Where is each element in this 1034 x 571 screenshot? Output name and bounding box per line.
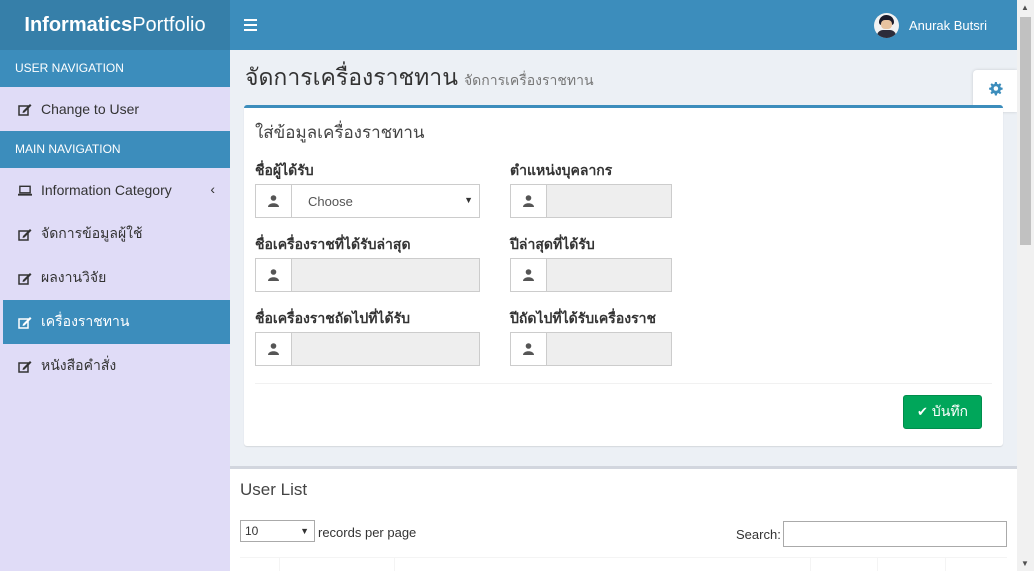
sidebar-item-information-category[interactable]: Information Category ‹ — [0, 168, 230, 212]
edit-icon — [18, 227, 32, 241]
check-icon: ✔ — [916, 404, 928, 419]
position-field[interactable] — [510, 184, 672, 218]
scroll-down-icon[interactable]: ▼ — [1021, 559, 1029, 568]
next-year-label: ปีถัดไปที่ได้รับเครื่องราช — [510, 310, 656, 326]
table-header — [240, 557, 1007, 571]
caret-down-icon: ▼ — [464, 195, 473, 205]
latest-decoration-field[interactable] — [255, 258, 480, 292]
user-list-box: User List 10 ▼ records per page Search: — [230, 466, 1017, 571]
chevron-left-icon: ‹ — [210, 181, 215, 197]
sidebar-toggle-button[interactable] — [244, 15, 260, 35]
user-navigation-header: USER NAVIGATION — [0, 50, 230, 87]
sidebar-item-decorations[interactable]: เครื่องราชทาน — [3, 300, 230, 344]
brand-bold: Informatics — [24, 13, 133, 36]
sidebar-item-label: จัดการข้อมูลผู้ใช้ — [41, 225, 143, 241]
edit-icon — [18, 315, 32, 329]
page-subtitle: จัดการเครื่องราชทาน — [463, 72, 594, 88]
edit-icon — [18, 271, 32, 285]
user-icon — [511, 185, 547, 217]
page-length-value: 10 — [245, 524, 259, 538]
brand-light: Portfolio — [132, 13, 206, 36]
scrollbar-thumb[interactable] — [1020, 17, 1031, 245]
next-year-field[interactable] — [510, 332, 672, 366]
edit-icon — [18, 102, 32, 116]
laptop-icon — [18, 183, 32, 197]
content-header: จัดการเครื่องราชทาน จัดการเครื่องราชทาน — [245, 60, 594, 96]
save-button[interactable]: ✔ บันทึก — [903, 395, 982, 429]
sidebar-item-change-user[interactable]: Change to User — [0, 87, 230, 131]
user-icon — [511, 259, 547, 291]
records-per-page-label: records per page — [318, 525, 417, 540]
user-icon — [256, 185, 292, 217]
brand-logo[interactable]: Informatics Portfolio — [0, 0, 230, 50]
recipient-select-value: Choose — [308, 193, 353, 209]
sidebar-item-label: ผลงานวิจัย — [41, 269, 107, 285]
avatar — [873, 12, 899, 38]
divider — [255, 383, 992, 384]
latest-year-field[interactable] — [510, 258, 672, 292]
decoration-form-box: ใส่ข้อมูลเครื่องราชทาน ชื่อผู้ได้รับ Cho… — [244, 105, 1003, 446]
sidebar: USER NAVIGATION Change to User MAIN NAVI… — [0, 50, 230, 571]
user-menu[interactable]: Anurak Butsri — [873, 0, 987, 50]
next-decoration-field[interactable] — [255, 332, 480, 366]
gear-icon — [988, 81, 1003, 101]
scroll-up-icon[interactable]: ▲ — [1021, 3, 1029, 12]
main-navigation-header: MAIN NAVIGATION — [0, 131, 230, 168]
user-icon — [511, 333, 547, 365]
edit-icon — [18, 359, 32, 373]
sidebar-item-research[interactable]: ผลงานวิจัย — [0, 256, 230, 300]
search-label: Search: — [736, 527, 781, 542]
page-scrollbar[interactable]: ▲ ▼ — [1017, 0, 1034, 571]
form-title: ใส่ข้อมูลเครื่องราชทาน — [255, 123, 425, 142]
sidebar-item-label: Information Category — [41, 182, 172, 198]
sidebar-item-users[interactable]: จัดการข้อมูลผู้ใช้ — [0, 212, 230, 256]
sidebar-item-orders[interactable]: หนังสือคำสั่ง — [0, 344, 230, 388]
position-label: ตำแหน่งบุคลากร — [510, 162, 613, 178]
page-title: จัดการเครื่องราชทาน — [245, 64, 458, 90]
user-list-title: User List — [240, 480, 308, 499]
next-decoration-label: ชื่อเครื่องราชถัดไปที่ได้รับ — [255, 310, 410, 326]
user-icon — [256, 333, 292, 365]
recipient-label: ชื่อผู้ได้รับ — [255, 162, 314, 178]
caret-down-icon: ▼ — [300, 526, 309, 536]
sidebar-item-label: เครื่องราชทาน — [41, 313, 130, 329]
page-length-select[interactable]: 10 ▼ — [240, 520, 315, 542]
sidebar-item-label: หนังสือคำสั่ง — [41, 357, 117, 373]
save-button-label: บันทึก — [931, 403, 969, 419]
recipient-select[interactable]: Choose ▼ — [255, 184, 480, 218]
latest-year-label: ปีล่าสุดที่ได้รับ — [510, 236, 595, 252]
user-icon — [256, 259, 292, 291]
latest-decoration-label: ชื่อเครื่องราชที่ได้รับล่าสุด — [255, 236, 411, 252]
search-input[interactable] — [783, 521, 1007, 547]
user-name: Anurak Butsri — [908, 17, 987, 33]
top-navbar: Anurak Butsri — [230, 0, 1017, 50]
sidebar-item-label: Change to User — [41, 101, 140, 117]
